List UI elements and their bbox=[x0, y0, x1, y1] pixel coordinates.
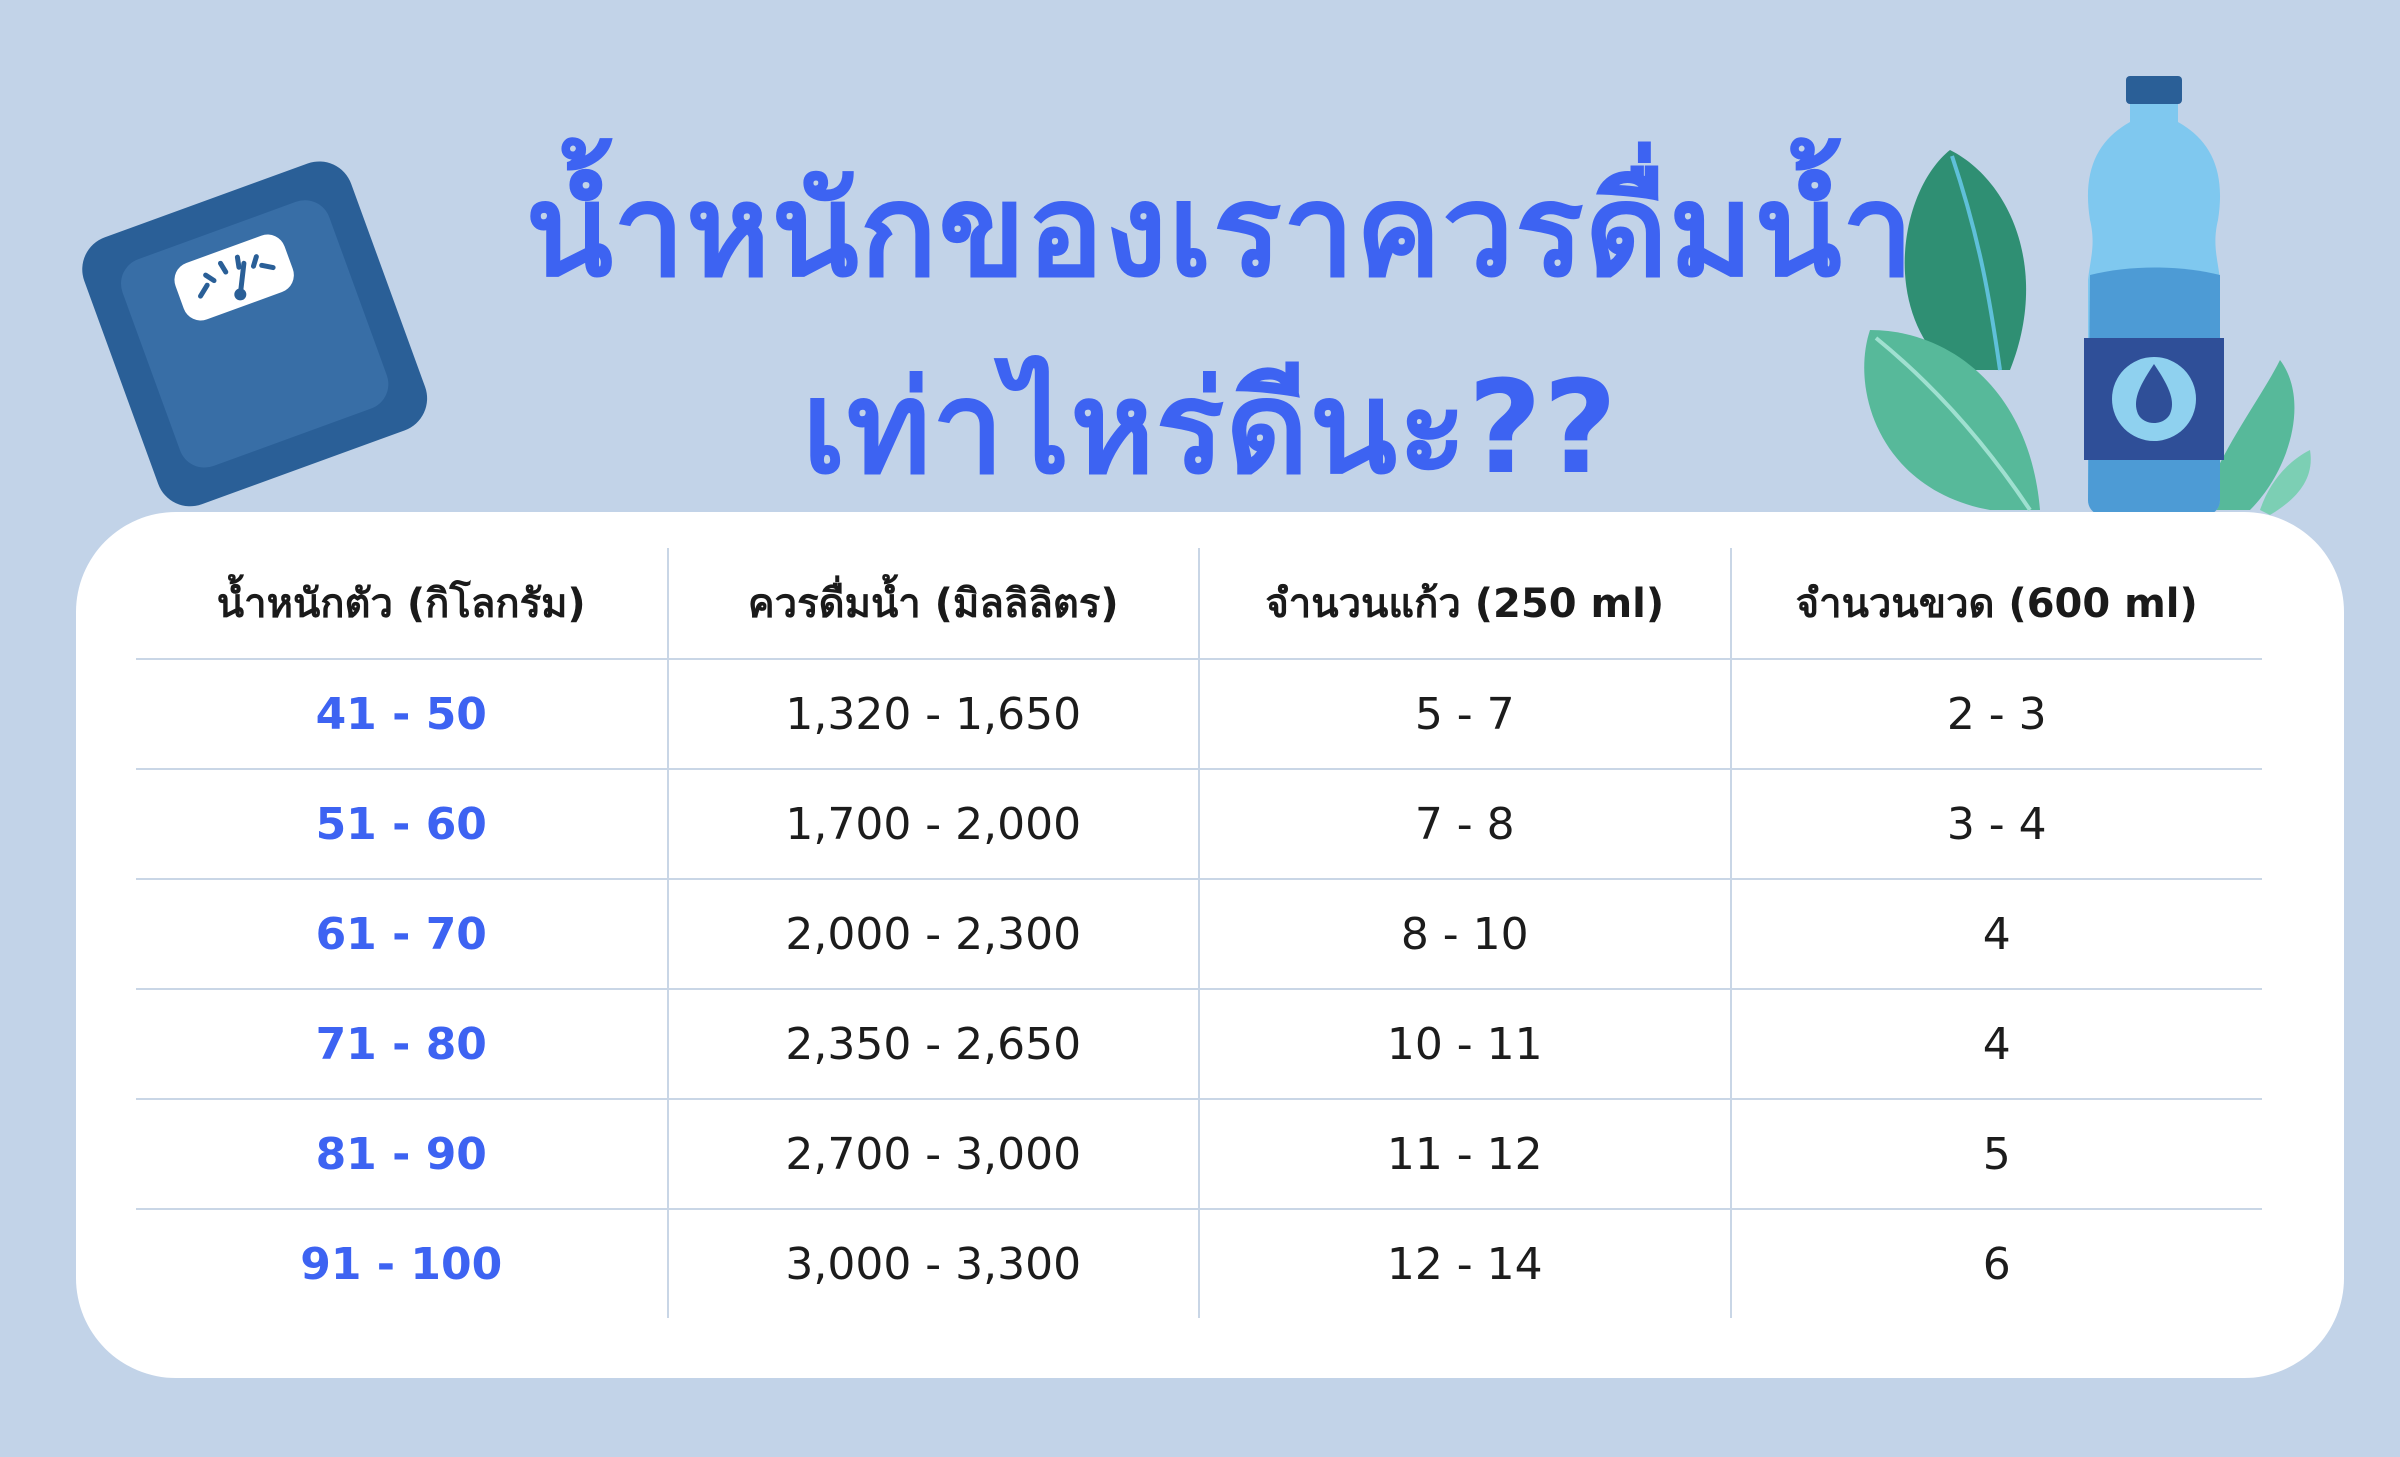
weight-cell: 81 - 90 bbox=[136, 1099, 668, 1210]
table-row: 91 - 100 3,000 - 3,300 12 - 14 6 bbox=[136, 1209, 2262, 1318]
page-title-line-1: น้ำหนักของเราควรดื่มน้ำ bbox=[525, 157, 1915, 306]
weight-cell: 71 - 80 bbox=[136, 989, 668, 1100]
bottles-cell: 4 bbox=[1729, 989, 2262, 1100]
water-intake-table: น้ำหนักตัว (กิโลกรัม) ควรดื่มน้ำ (มิลลิล… bbox=[136, 548, 2262, 1318]
header-bottles: จำนวนขวด (600 ml) bbox=[1729, 548, 2262, 660]
glasses-cell: 8 - 10 bbox=[1198, 879, 1731, 990]
water-ml-cell: 2,350 - 2,650 bbox=[666, 989, 1199, 1100]
glasses-cell: 11 - 12 bbox=[1198, 1099, 1731, 1210]
water-ml-cell: 1,700 - 2,000 bbox=[666, 769, 1199, 880]
header-glasses: จำนวนแก้ว (250 ml) bbox=[1198, 548, 1731, 660]
weight-cell: 51 - 60 bbox=[136, 769, 668, 880]
weight-cell: 91 - 100 bbox=[300, 1238, 503, 1290]
glasses-cell: 12 - 14 bbox=[1198, 1209, 1731, 1318]
water-ml-cell: 2,700 - 3,000 bbox=[666, 1099, 1199, 1210]
table-row: 71 - 80 2,350 - 2,650 10 - 11 4 bbox=[136, 989, 2262, 1100]
water-ml-cell: 1,320 - 1,650 bbox=[666, 659, 1199, 770]
water-ml-cell: 2,000 - 2,300 bbox=[666, 879, 1199, 990]
glasses-cell: 10 - 11 bbox=[1198, 989, 1731, 1100]
table-header-row: น้ำหนักตัว (กิโลกรัม) ควรดื่มน้ำ (มิลลิล… bbox=[136, 548, 2262, 660]
table-row: 51 - 60 1,700 - 2,000 7 - 8 3 - 4 bbox=[136, 769, 2262, 880]
bottles-cell: 5 bbox=[1729, 1099, 2262, 1210]
bottles-cell: 2 - 3 bbox=[1729, 659, 2262, 770]
water-ml-cell: 3,000 - 3,300 bbox=[666, 1209, 1199, 1318]
bottles-cell: 6 bbox=[1729, 1209, 2262, 1318]
header-body-weight: น้ำหนักตัว (กิโลกรัม) bbox=[136, 548, 668, 660]
table-row: 41 - 50 1,320 - 1,650 5 - 7 2 - 3 bbox=[136, 659, 2262, 770]
bottles-cell: 3 - 4 bbox=[1729, 769, 2262, 880]
bottles-cell: 4 bbox=[1729, 879, 2262, 990]
page-title-line-2: เท่าไหร่ดีนะ?? bbox=[801, 354, 1619, 503]
header-water-ml: ควรดื่มน้ำ (มิลลิลิตร) bbox=[666, 548, 1199, 660]
table-row: 81 - 90 2,700 - 3,000 11 - 12 5 bbox=[136, 1099, 2262, 1210]
glasses-cell: 5 - 7 bbox=[1198, 659, 1731, 770]
weight-cell: 41 - 50 bbox=[136, 659, 668, 770]
table-row: 61 - 70 2,000 - 2,300 8 - 10 4 bbox=[136, 879, 2262, 990]
weight-cell: 61 - 70 bbox=[136, 879, 668, 990]
glasses-cell: 7 - 8 bbox=[1198, 769, 1731, 880]
